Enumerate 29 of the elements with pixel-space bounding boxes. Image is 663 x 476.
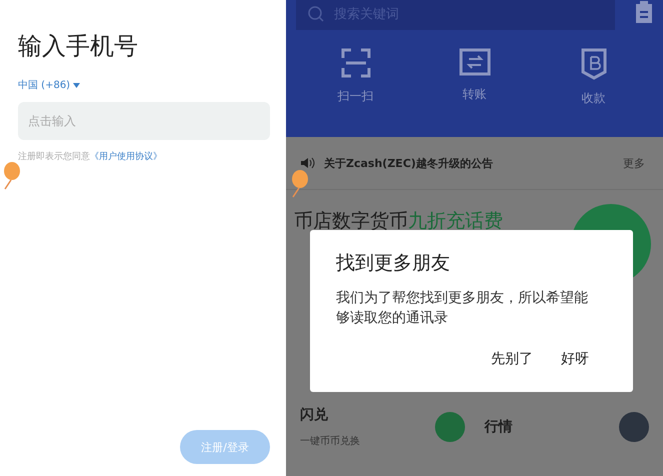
quick-action[interactable]: 扫一扫 xyxy=(316,48,396,107)
search-icon xyxy=(308,6,324,22)
tile-icon xyxy=(434,412,464,442)
dialog-message: 我们为了帮您找到更多朋友，所以希望能够读取您的通讯录 xyxy=(336,289,589,328)
agreement-text: 注册即表示您同意《用户使用协议》 xyxy=(18,150,163,163)
dialog-button[interactable]: 好呀 xyxy=(561,350,589,368)
announcement-text[interactable]: 关于Zcash(ZEC)越冬升级的公告 xyxy=(324,156,615,170)
clipboard-icon[interactable] xyxy=(635,0,653,24)
balloon-icon xyxy=(2,162,20,190)
dialog-button[interactable]: 先别了 xyxy=(491,350,533,368)
dialog-title: 找到更多朋友 xyxy=(336,251,451,276)
country-selector[interactable]: 中国 (+86) xyxy=(18,78,80,92)
agreement-link[interactable]: 《用户使用协议》 xyxy=(90,152,162,162)
tile-icon xyxy=(619,412,649,442)
phone-input-field[interactable]: 点击输入 xyxy=(18,102,270,140)
coin-shield-icon xyxy=(578,48,608,80)
tile-title[interactable]: 行情 xyxy=(484,418,512,436)
more-link[interactable]: 更多 xyxy=(623,156,645,170)
caret-icon xyxy=(73,82,80,88)
banner-title: 币店数字货币九折充话费 xyxy=(294,209,503,234)
speaker-icon xyxy=(300,157,316,169)
page-title: 输入手机号 xyxy=(18,31,139,62)
transfer-icon xyxy=(458,48,490,76)
tile-title[interactable]: 闪兑 xyxy=(300,406,360,424)
tile-subtitle: 一键币币兑换 xyxy=(300,434,360,448)
scan-icon xyxy=(340,48,370,78)
balloon-icon xyxy=(290,170,308,198)
quick-action[interactable]: 转账 xyxy=(434,48,514,107)
quick-action[interactable]: 收款 xyxy=(554,48,634,107)
